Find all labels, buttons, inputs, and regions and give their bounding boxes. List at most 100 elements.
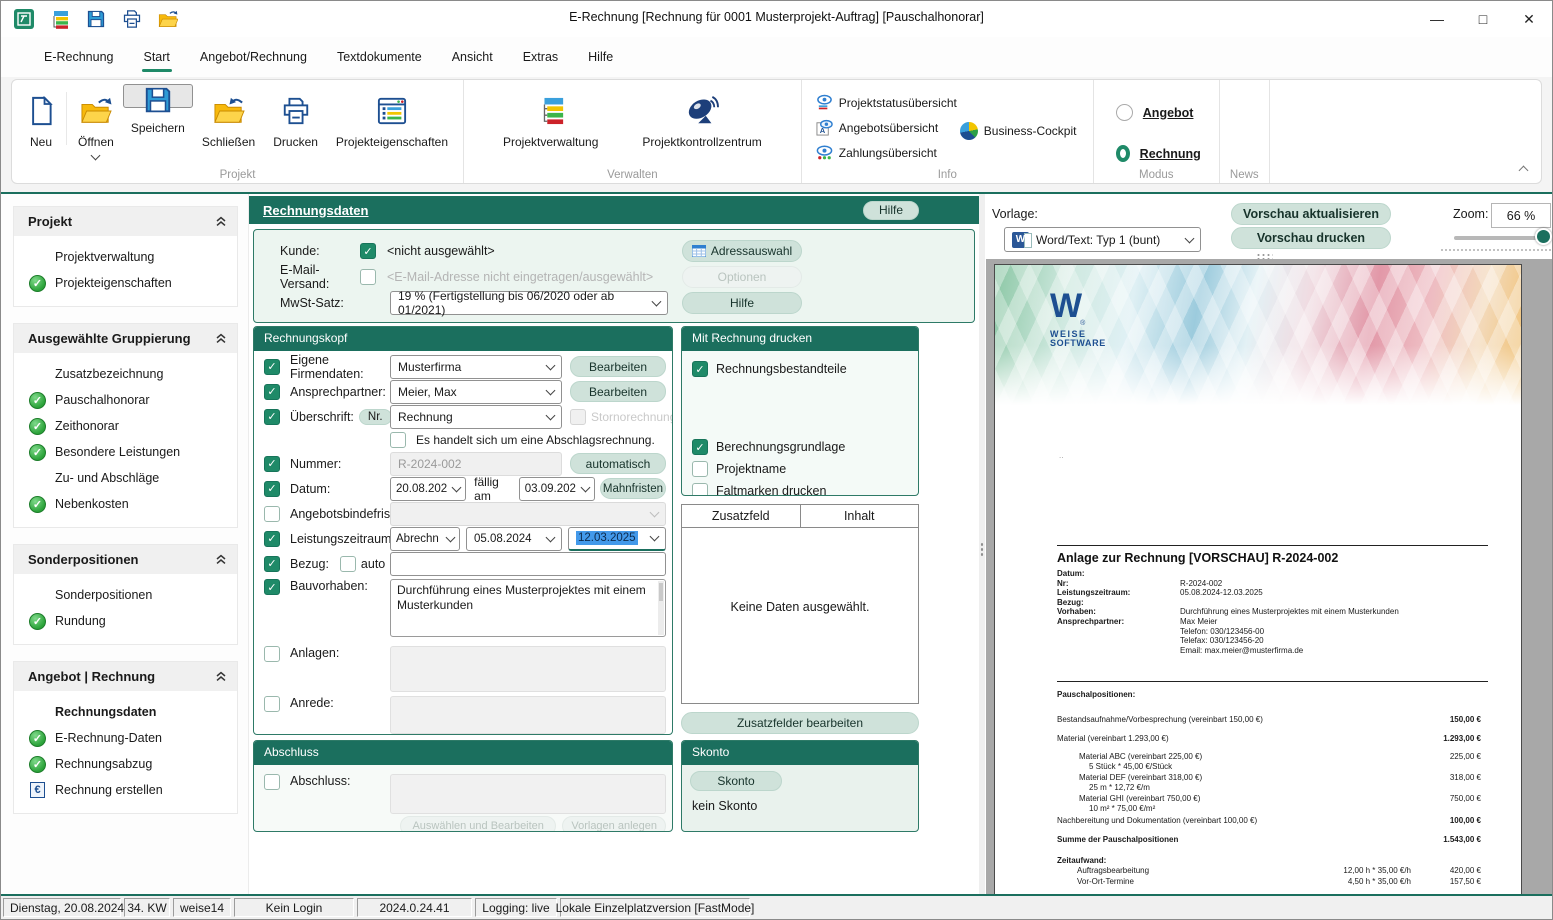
schliessen-button[interactable]: Schließen [193, 84, 264, 165]
sidebar-item-e-rechnung-daten[interactable]: E-Rechnung-Daten [14, 725, 237, 751]
ansprechpartner-bearbeiten-button[interactable]: Bearbeiten [570, 381, 666, 402]
kunde-hilfe-button[interactable]: Hilfe [682, 292, 802, 314]
scrollbar[interactable] [658, 581, 664, 635]
tab-extras[interactable]: Extras [508, 40, 573, 74]
drucken-button[interactable]: Drucken [264, 84, 327, 165]
ueberschrift-checkbox[interactable] [264, 409, 280, 425]
tab-e-rechnung[interactable]: E-Rechnung [29, 40, 129, 74]
zahlungsuebersicht-button[interactable]: Zahlungsübersicht [816, 144, 1083, 161]
sidebar-item-rechnung-erstellen[interactable]: €Rechnung erstellen [14, 777, 237, 803]
sidebar-section-header[interactable]: Sonderpositionen [14, 545, 237, 574]
bauvorhaben-checkbox[interactable] [264, 579, 280, 595]
bezug-checkbox[interactable] [264, 556, 280, 572]
ueberschrift-select[interactable]: Rechnung [390, 405, 562, 429]
firmendaten-bearbeiten-button[interactable]: Bearbeiten [570, 356, 666, 377]
maximize-button[interactable]: □ [1460, 1, 1506, 37]
firmendaten-select[interactable]: Musterfirma [390, 355, 562, 379]
abschluss-box: Abschluss Abschluss: Auswählen und Bearb… [253, 740, 673, 832]
anlagen-textarea [390, 646, 666, 692]
ansprechpartner-checkbox[interactable] [264, 384, 280, 400]
business-cockpit-button[interactable]: Business-Cockpit [960, 122, 1077, 140]
faltmarken-checkbox[interactable] [692, 483, 708, 496]
sidebar-item-rechnungsdaten[interactable]: Rechnungsdaten [14, 699, 237, 725]
leistung-mode-select[interactable]: Abrechn [390, 527, 460, 551]
vorlage-select[interactable]: W Word/Text: Typ 1 (bunt) [1004, 227, 1201, 252]
sidebar-item-projekteigenschaften[interactable]: Projekteigenschaften [14, 270, 237, 296]
header-hilfe-button[interactable]: Hilfe [863, 201, 919, 220]
sidebar-section-header[interactable]: Angebot | Rechnung [14, 662, 237, 691]
anlagen-checkbox[interactable] [264, 646, 280, 662]
vorschau-drucken-button[interactable]: Vorschau drucken [1231, 227, 1391, 249]
speichern-button[interactable]: Speichern [123, 84, 193, 108]
sidebar-item-nebenkosten[interactable]: Nebenkosten [14, 491, 237, 517]
sidebar-item-zusatzbezeichnung[interactable]: Zusatzbezeichnung [14, 361, 237, 387]
zoom-value-field[interactable]: 66 % [1491, 203, 1551, 228]
nr-button[interactable]: Nr. [359, 409, 392, 425]
tab-hilfe[interactable]: Hilfe [573, 40, 628, 74]
check-icon [29, 418, 46, 435]
abschlagsrechnung-checkbox[interactable] [390, 432, 406, 448]
tab-angebot-rechnung[interactable]: Angebot/Rechnung [185, 40, 322, 74]
nummer-checkbox[interactable] [264, 456, 280, 472]
neu-button[interactable]: Neu [18, 84, 64, 165]
bauvorhaben-textarea[interactable]: Durchführung eines Musterprojektes mit e… [390, 579, 666, 637]
chevron-down-icon [91, 151, 101, 161]
zoom-slider-handle[interactable] [1535, 228, 1552, 245]
berechnungsgrundlage-checkbox[interactable] [692, 439, 708, 455]
sidebar-item-pauschalhonorar[interactable]: Pauschalhonorar [14, 387, 237, 413]
sidebar-item-rundung[interactable]: Rundung [14, 608, 237, 634]
sidebar-item-sonderpositionen[interactable]: Sonderpositionen [14, 582, 237, 608]
angebotsbindefrist-row: Angebotsbindefrist: [264, 501, 666, 526]
mwst-select[interactable]: 19 % (Fertigstellung bis 06/2020 oder ab… [390, 291, 668, 315]
adressauswahl-button[interactable]: Adressauswahl [682, 240, 802, 262]
close-button[interactable]: ✕ [1506, 1, 1552, 37]
sidebar-item-projektverwaltung[interactable]: Projektverwaltung [14, 244, 237, 270]
preview-viewport[interactable]: W® WEISE SOFTWARE .. Anlage zur Rechnung… [986, 259, 1552, 894]
sidebar-item-zeithonorar[interactable]: Zeithonorar [14, 413, 237, 439]
projekteigenschaften-button[interactable]: Projekteigenschaften [327, 84, 457, 165]
zusatzfeld-column-header[interactable]: Zusatzfeld [682, 505, 801, 527]
projektname-checkbox[interactable] [692, 461, 708, 477]
zusatzfelder-bearbeiten-button[interactable]: Zusatzfelder bearbeiten [681, 712, 919, 734]
leistung-von-select[interactable]: 05.08.2024 [466, 527, 562, 551]
mahnfristen-button[interactable]: Mahnfristen [600, 478, 666, 499]
projektkontrollzentrum-button[interactable]: Projektkontrollzentrum [633, 84, 770, 165]
sidebar-item-besondere-leistungen[interactable]: Besondere Leistungen [14, 439, 237, 465]
collapse-ribbon-button[interactable] [1520, 163, 1527, 177]
tab-textdokumente[interactable]: Textdokumente [322, 40, 437, 74]
sidebar-section-header[interactable]: Projekt [14, 207, 237, 236]
panel-divider[interactable] [979, 194, 985, 894]
projektstatusuebersicht-button[interactable]: Projektstatusübersicht [816, 94, 1083, 111]
abschluss-checkbox[interactable] [264, 774, 280, 790]
datum-checkbox[interactable] [264, 481, 280, 497]
rechnungsbestandteile-checkbox[interactable] [692, 361, 708, 377]
sidebar-section-header[interactable]: Ausgewählte Gruppierung [14, 324, 237, 353]
datum-select[interactable]: 20.08.202 [390, 477, 466, 501]
ansprechpartner-select[interactable]: Meier, Max [390, 380, 562, 404]
inhalt-column-header[interactable]: Inhalt [801, 505, 919, 527]
sidebar-item-rechnungsabzug[interactable]: Rechnungsabzug [14, 751, 237, 777]
anrede-checkbox[interactable] [264, 696, 280, 712]
tab-ansicht[interactable]: Ansicht [437, 40, 508, 74]
firmendaten-checkbox[interactable] [264, 359, 280, 375]
oeffnen-button[interactable]: Öffnen [69, 84, 123, 165]
projektverwaltung-button[interactable]: Projektverwaltung [494, 84, 607, 165]
bezug-input[interactable] [390, 552, 666, 576]
leistung-bis-select[interactable]: 12.03.2025 [568, 527, 666, 551]
zoom-slider-track[interactable] [1454, 236, 1548, 240]
skonto-button[interactable]: Skonto [690, 771, 782, 791]
minimize-button[interactable]: — [1414, 1, 1460, 37]
leistungszeitraum-checkbox[interactable] [264, 531, 280, 547]
angebotsbindefrist-checkbox[interactable] [264, 506, 280, 522]
tab-start[interactable]: Start [129, 40, 185, 74]
modus-rechnung-radio[interactable]: Rechnung [1116, 145, 1201, 162]
faellig-select[interactable]: 03.09.202 [519, 477, 595, 501]
form-panel: Rechnungsdaten Hilfe Kunde: <nicht ausge… [249, 196, 979, 894]
email-versand-checkbox[interactable] [360, 269, 376, 285]
kunde-checkbox[interactable] [360, 243, 376, 259]
vorschau-aktualisieren-button[interactable]: Vorschau aktualisieren [1231, 203, 1391, 225]
auto-checkbox[interactable] [340, 556, 356, 572]
sidebar-item-zu-und-abschlaege[interactable]: Zu- und Abschläge [14, 465, 237, 491]
modus-angebot-radio[interactable]: Angebot [1116, 104, 1201, 121]
automatisch-button[interactable]: automatisch [570, 453, 666, 474]
